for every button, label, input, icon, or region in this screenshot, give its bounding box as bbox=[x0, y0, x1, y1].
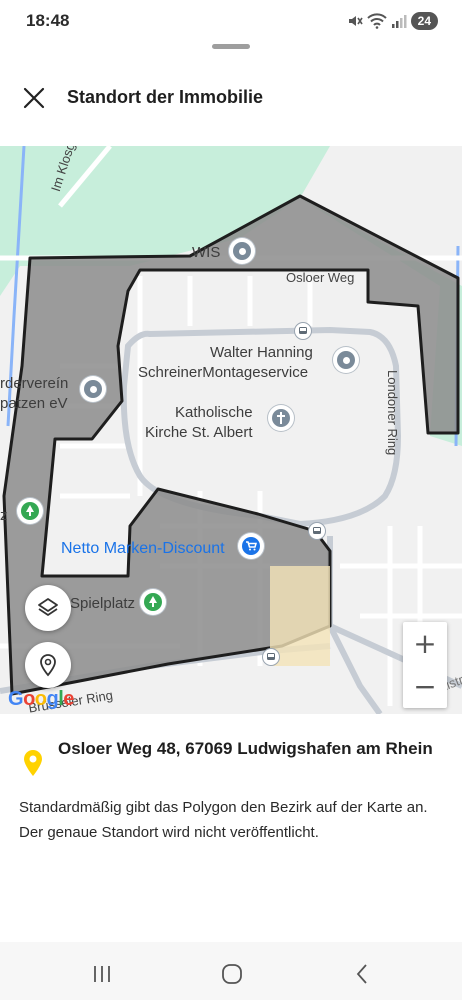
place-pin-verein[interactable] bbox=[80, 376, 106, 402]
my-location-button[interactable] bbox=[25, 642, 71, 688]
header: Standort der Immobilie bbox=[0, 58, 462, 136]
bus-stop-icon[interactable] bbox=[294, 322, 312, 340]
home-button[interactable] bbox=[212, 954, 252, 994]
status-bar: 18:48 24 bbox=[0, 0, 462, 42]
zoom-out-button[interactable]: − bbox=[403, 665, 447, 708]
playground-pin-icon[interactable] bbox=[140, 589, 166, 615]
place-label-netto: Netto Marken-Discount bbox=[61, 540, 225, 557]
shopping-cart-pin-icon[interactable] bbox=[238, 533, 264, 559]
place-label-left-z: z bbox=[0, 507, 8, 524]
status-time: 18:48 bbox=[26, 11, 70, 30]
location-pin-icon bbox=[40, 654, 56, 677]
sheet-drag-handle[interactable] bbox=[212, 44, 250, 49]
close-icon bbox=[23, 87, 45, 109]
bus-stop-icon[interactable] bbox=[262, 648, 280, 666]
place-label-kirche-2: Kirche St. Albert bbox=[145, 424, 253, 441]
google-logo: Google bbox=[8, 688, 74, 710]
place-label-verein-1: rdervereín bbox=[0, 375, 69, 392]
place-pin-wis[interactable] bbox=[229, 238, 255, 264]
wifi-icon bbox=[366, 13, 387, 29]
recents-icon bbox=[94, 966, 110, 982]
recents-button[interactable] bbox=[82, 954, 122, 994]
place-label-spielplatz: Spielplatz bbox=[70, 595, 136, 612]
place-label-walter-hanning-2: SchreinerMontageservice bbox=[138, 364, 309, 381]
place-pin-walter-hanning[interactable] bbox=[333, 347, 359, 373]
place-label-verein-2: patzen eV bbox=[0, 395, 68, 412]
zoom-in-button[interactable]: + bbox=[403, 622, 447, 665]
bus-stop-icon[interactable] bbox=[308, 522, 326, 540]
location-disclaimer: Standardmäßig gibt das Polygon den Bezir… bbox=[19, 799, 428, 841]
zoom-controls: + − bbox=[403, 622, 447, 708]
street-label-londoner-ring: Londoner Ring bbox=[385, 370, 400, 456]
status-icons: 24 bbox=[347, 10, 438, 32]
mute-icon bbox=[348, 16, 363, 26]
place-label-walter-hanning-1: Walter Hanning bbox=[210, 344, 313, 361]
church-pin-icon[interactable] bbox=[268, 405, 294, 431]
property-address: Osloer Weg 48, 67069 Ludwigshafen am Rhe… bbox=[58, 739, 433, 758]
back-icon bbox=[356, 964, 367, 984]
layers-icon bbox=[38, 598, 58, 616]
back-button[interactable] bbox=[342, 954, 382, 994]
signal-icon bbox=[391, 15, 407, 28]
park-pin-icon[interactable] bbox=[17, 498, 43, 524]
system-nav-bar bbox=[0, 942, 462, 1000]
map-view[interactable]: Im Klosgarten WIS Osloer Weg Walter Hann… bbox=[0, 146, 462, 714]
battery-icon: 24 bbox=[410, 12, 438, 30]
home-icon bbox=[222, 964, 242, 984]
map-layers-button[interactable] bbox=[25, 585, 71, 631]
location-pin-icon bbox=[24, 750, 42, 776]
close-button[interactable] bbox=[18, 82, 50, 114]
commercial-area bbox=[270, 566, 330, 666]
page-title: Standort der Immobilie bbox=[67, 87, 264, 107]
place-label-wis: WIS bbox=[192, 244, 221, 261]
street-label-osloer-weg: Osloer Weg bbox=[286, 270, 355, 285]
place-label-kirche-1: Katholische bbox=[175, 404, 253, 421]
location-info-panel: Osloer Weg 48, 67069 Ludwigshafen am Rhe… bbox=[0, 714, 462, 942]
